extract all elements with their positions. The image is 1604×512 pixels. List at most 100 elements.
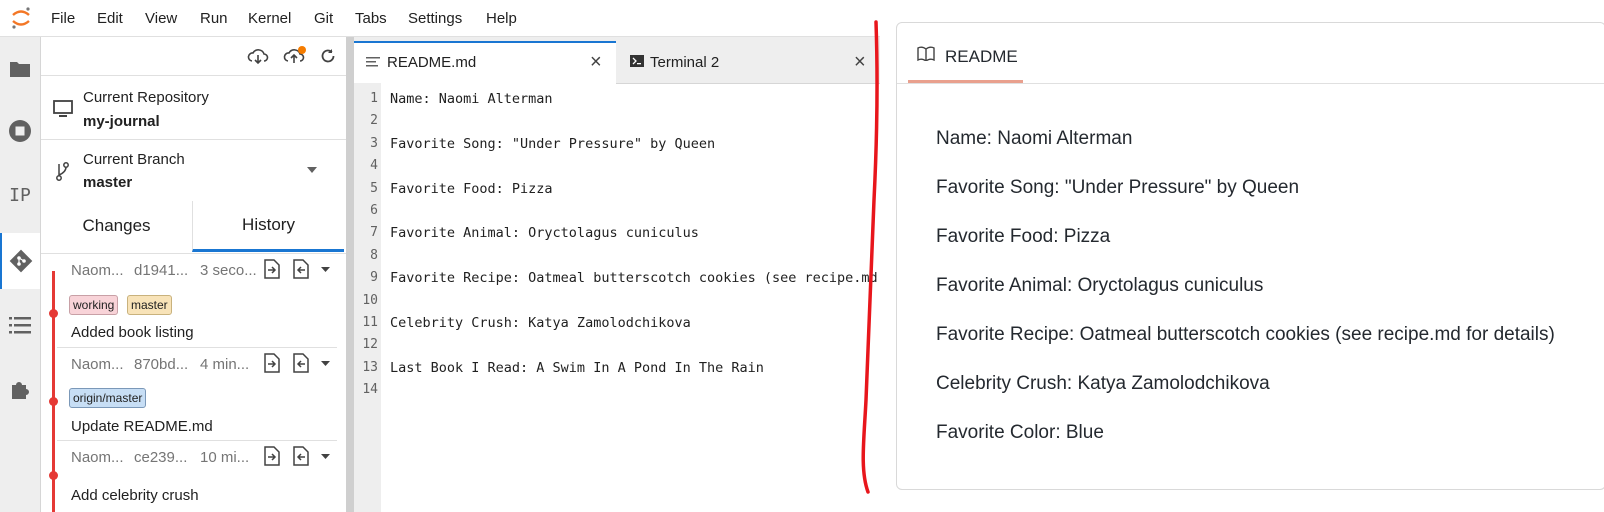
menu-settings[interactable]: Settings xyxy=(408,10,462,27)
current-repository[interactable]: Current Repository my-journal xyxy=(41,76,346,138)
revert-icon[interactable] xyxy=(292,353,310,373)
toc-tab[interactable] xyxy=(0,297,40,353)
revert-icon[interactable] xyxy=(292,259,310,279)
chevron-down-icon[interactable] xyxy=(307,167,317,173)
extensions-tab[interactable] xyxy=(0,361,40,417)
file-diff-icon[interactable] xyxy=(263,353,281,373)
current-repository-label: Current Repository xyxy=(83,89,209,106)
file-browser-tab[interactable] xyxy=(0,41,40,97)
revert-icon[interactable] xyxy=(292,446,310,466)
commit-author: Naom... xyxy=(71,449,124,466)
tab-history[interactable]: History xyxy=(192,201,344,252)
menu-run[interactable]: Run xyxy=(200,10,228,27)
commit-item[interactable]: Naom... ce239... 10 mi... Add celebrity … xyxy=(41,441,346,512)
git-tab[interactable] xyxy=(0,233,40,289)
git-panel: Current Repository my-journal Current Br… xyxy=(41,37,346,512)
tab-readme[interactable]: README.md × xyxy=(354,41,616,85)
tab-changes[interactable]: Changes xyxy=(41,201,192,251)
panel-splitter[interactable] xyxy=(346,37,354,512)
code-line: Favorite Song: "Under Pressure" by Queen xyxy=(390,135,716,152)
branch-icon xyxy=(56,162,69,181)
code-line: Celebrity Crush: Katya Zamolodchikova xyxy=(390,315,691,331)
tag-badge: origin/master xyxy=(69,388,147,408)
current-repository-name: my-journal xyxy=(83,113,160,130)
commit-message: Add celebrity crush xyxy=(71,487,199,504)
menu-tabs[interactable]: Tabs xyxy=(355,10,387,27)
commit-item[interactable]: Naom... 870bd... 4 min... origin/master … xyxy=(41,348,346,442)
readme-preview: README Name: Naomi Alterman Favorite Song… xyxy=(896,22,1604,490)
code-line: Name: Naomi Alterman xyxy=(390,91,553,107)
readme-paragraph: Favorite Color: Blue xyxy=(936,422,1104,443)
readme-paragraph: Favorite Recipe: Oatmeal butterscotch co… xyxy=(936,324,1555,345)
jupyterlab-window: File Edit View Run Kernel Git Tabs Setti… xyxy=(0,0,880,512)
commit-time: 3 seco... xyxy=(200,262,257,279)
editor-area: README.md × Terminal 2 × 1 2 3 4 5 6 7 8 9 10 11 12… xyxy=(354,37,880,512)
puzzle-icon xyxy=(12,382,29,399)
commit-message: Update README.md xyxy=(71,418,213,435)
ip-tab[interactable]: IP xyxy=(0,167,40,223)
folder-icon xyxy=(10,62,30,77)
code-line: Last Book I Read: A Swim In A Pond In Th… xyxy=(390,359,764,376)
tab-label: Terminal 2 xyxy=(650,54,720,71)
menu-view[interactable]: View xyxy=(145,10,177,27)
menu-bar: File Edit View Run Kernel Git Tabs Setti… xyxy=(0,0,880,37)
tag-badge: master xyxy=(127,295,172,315)
red-annotation-stroke xyxy=(861,20,879,494)
git-icon xyxy=(9,249,33,273)
commit-author: Naom... xyxy=(71,262,124,279)
tab-label: README.md xyxy=(387,54,477,71)
book-icon xyxy=(917,46,935,61)
expand-chevron-icon[interactable] xyxy=(321,361,330,366)
activity-bar: IP xyxy=(0,37,41,512)
stop-circle-icon xyxy=(9,120,31,142)
commit-author: Naom... xyxy=(71,356,124,373)
code-line: Favorite Animal: Oryctolagus cuniculus xyxy=(390,225,699,242)
code-editor[interactable]: Name: Naomi Alterman Favorite Song: "Unde… xyxy=(354,83,880,512)
menu-help[interactable]: Help xyxy=(486,10,517,27)
expand-chevron-icon[interactable] xyxy=(321,267,330,272)
ip-icon: IP xyxy=(9,184,31,206)
menu-edit[interactable]: Edit xyxy=(97,10,123,27)
cloud-download-icon[interactable] xyxy=(247,47,269,67)
computer-icon xyxy=(53,100,73,117)
current-branch[interactable]: Current Branch master xyxy=(41,140,346,201)
close-icon[interactable]: × xyxy=(590,51,602,74)
readme-paragraph: Favorite Song: "Under Pressure" by Queen xyxy=(936,177,1300,198)
git-tabs: Changes History xyxy=(41,201,346,254)
readme-paragraph: Name: Naomi Alterman xyxy=(936,128,1133,149)
expand-chevron-icon[interactable] xyxy=(321,454,330,459)
commit-hash: d1941... xyxy=(134,262,189,279)
commit-time: 10 mi... xyxy=(200,449,250,466)
file-diff-icon[interactable] xyxy=(263,446,281,466)
commit-message: Added book listing xyxy=(71,324,194,341)
current-branch-name: master xyxy=(83,174,133,191)
cloud-upload-icon[interactable] xyxy=(283,45,307,67)
current-branch-label: Current Branch xyxy=(83,151,185,168)
commit-dot xyxy=(49,397,58,406)
readme-body: Name: Naomi Alterman Favorite Song: "Unde… xyxy=(897,83,1604,489)
commit-hash: ce239... xyxy=(134,449,188,466)
code-line: Favorite Food: Pizza xyxy=(390,180,553,197)
tab-terminal[interactable]: Terminal 2 × xyxy=(618,41,880,83)
menu-file[interactable]: File xyxy=(51,10,75,27)
readme-paragraph: Favorite Animal: Oryctolagus cuniculus xyxy=(936,275,1264,296)
refresh-icon[interactable] xyxy=(319,47,337,65)
file-diff-icon[interactable] xyxy=(263,259,281,279)
readme-paragraph: Celebrity Crush: Katya Zamolodchikova xyxy=(936,373,1270,394)
jupyter-logo-icon xyxy=(12,7,30,29)
commit-dot xyxy=(49,309,58,318)
commit-time: 4 min... xyxy=(200,356,250,373)
list-icon xyxy=(9,317,31,334)
menu-git[interactable]: Git xyxy=(314,10,333,27)
commit-hash: 870bd... xyxy=(134,356,189,373)
terminal-icon xyxy=(630,55,644,67)
commit-dot xyxy=(49,471,58,480)
markdown-file-icon xyxy=(366,57,380,67)
tag-badge: working xyxy=(69,295,119,315)
code-line: Favorite Recipe: Oatmeal butterscotch co… xyxy=(390,270,878,287)
running-tab[interactable] xyxy=(0,103,40,159)
readme-paragraph: Favorite Food: Pizza xyxy=(936,226,1111,247)
menu-kernel[interactable]: Kernel xyxy=(248,10,291,27)
commit-item[interactable]: Naom... d1941... 3 seco... working maste… xyxy=(41,254,346,348)
readme-header: README xyxy=(897,23,1604,84)
